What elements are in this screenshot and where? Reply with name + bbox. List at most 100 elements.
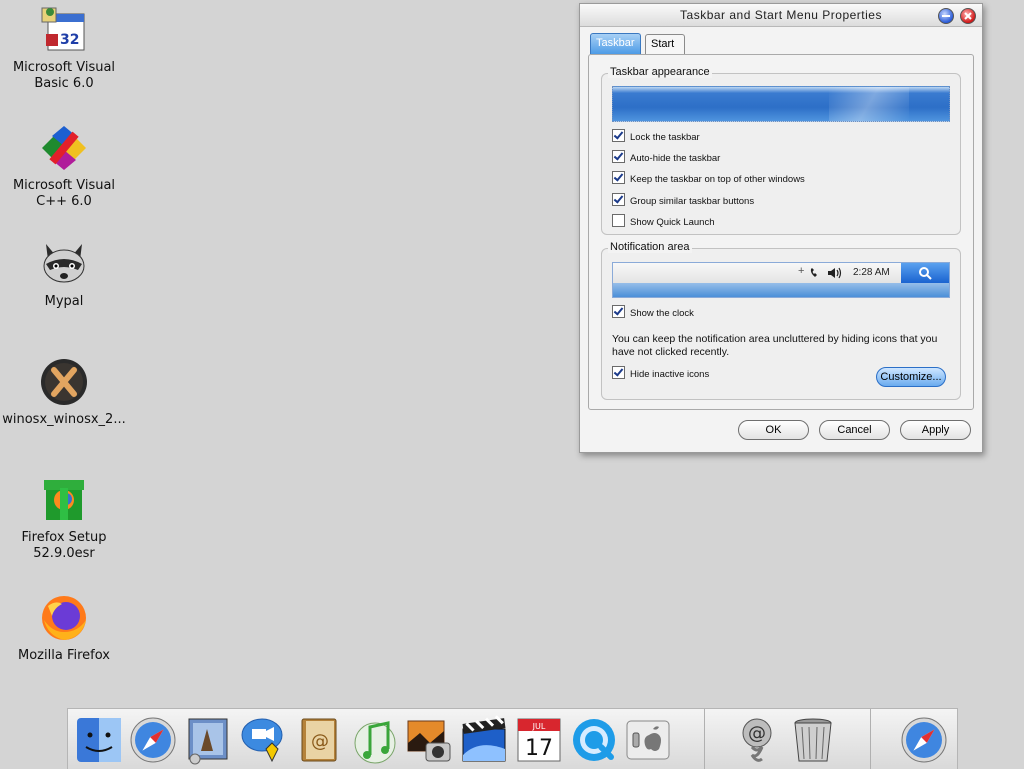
cancel-button[interactable]: Cancel [819, 420, 890, 440]
desktop-icon-winosx[interactable]: winosx_winosx_2... [0, 356, 128, 428]
tab-taskbar[interactable]: Taskbar [590, 33, 641, 54]
dock: @ JUL 17 @ [67, 708, 958, 769]
option-keep-on-top[interactable]: Keep the taskbar on top of other windows [612, 171, 805, 185]
notification-preview: + 2:28 AM [612, 262, 950, 298]
dock-iphoto-icon[interactable] [404, 715, 454, 765]
desktop-icon-mypal[interactable]: Mypal [0, 238, 128, 310]
checkbox[interactable] [612, 171, 625, 184]
mail-icon [188, 718, 228, 765]
dock-itunes-icon[interactable] [350, 715, 400, 765]
option-label: Group similar taskbar buttons [630, 196, 755, 207]
desktop-icon-label: Firefox Setup 52.9.0esr [21, 530, 107, 561]
dock-trash-icon[interactable] [788, 715, 838, 765]
desktop-icon-label: winosx_winosx_2... [2, 412, 126, 427]
desktop-icon-label: Mozilla Firefox [18, 648, 110, 663]
dock-finder-icon[interactable] [74, 715, 124, 765]
dock-imovie-icon[interactable] [459, 715, 509, 765]
desktop-icon-firefox-setup[interactable]: Firefox Setup 52.9.0esr [0, 474, 128, 562]
close-icon [964, 12, 972, 20]
dialog-title: Taskbar and Start Menu Properties [680, 8, 882, 22]
mail-at-icon: @ [742, 718, 772, 762]
option-label: Keep the taskbar on top of other windows [630, 174, 805, 185]
search-icon [919, 267, 932, 280]
option-auto-hide[interactable]: Auto-hide the taskbar [612, 150, 720, 164]
desktop-icon-firefox[interactable]: Mozilla Firefox [0, 592, 128, 664]
option-group-buttons[interactable]: Group similar taskbar buttons [612, 193, 754, 207]
volume-icon [828, 267, 842, 279]
visual-cpp-icon [38, 122, 90, 174]
ok-button[interactable]: OK [738, 420, 809, 440]
phone-icon [810, 268, 817, 277]
checkbox[interactable] [612, 150, 625, 163]
option-show-clock[interactable]: Show the clock [612, 305, 694, 319]
apply-button[interactable]: Apply [900, 420, 971, 440]
option-label: Show Quick Launch [630, 217, 715, 228]
svg-text:@: @ [748, 723, 766, 744]
search-area [901, 263, 949, 283]
imovie-icon [462, 715, 506, 762]
taskbar-preview [612, 86, 950, 122]
svg-text:32: 32 [60, 32, 79, 48]
desktop-icon-label: Microsoft Visual Basic 6.0 [12, 60, 116, 91]
checkbox[interactable] [612, 305, 625, 318]
notification-area-group: Notification area + 2:28 AM Show the clo… [601, 241, 961, 400]
checkbox[interactable] [612, 193, 625, 206]
safari-icon [130, 717, 176, 763]
desktop-icon-visual-cpp[interactable]: Microsoft Visual C++ 6.0 [0, 122, 128, 210]
dock-quicktime-icon[interactable] [569, 715, 619, 765]
dock-mail-icon[interactable] [183, 715, 233, 765]
customize-button[interactable]: Customize... [876, 367, 946, 387]
firefox-icon [38, 592, 90, 644]
clock-preview: 2:28 AM [853, 267, 890, 278]
option-label: Auto-hide the taskbar [630, 153, 721, 164]
dock-system-preferences-icon[interactable] [623, 715, 673, 765]
desktop-icon-visual-basic[interactable]: 32 Microsoft Visual Basic 6.0 [0, 4, 128, 92]
group-legend: Notification area [608, 241, 692, 253]
winosx-x-icon [38, 356, 90, 408]
svg-text:17: 17 [525, 736, 553, 761]
trash-icon [794, 718, 832, 762]
taskbar-properties-dialog: Taskbar and Start Menu Properties Taskba… [579, 3, 983, 453]
svg-text:JUL: JUL [532, 722, 546, 731]
tab-start-menu[interactable]: Start Menu [645, 34, 685, 69]
option-hide-inactive[interactable]: Hide inactive icons [612, 366, 709, 380]
close-button[interactable] [960, 8, 976, 24]
dock-ical-icon[interactable]: JUL 17 [514, 715, 564, 765]
dock-ichat-icon[interactable] [238, 715, 288, 765]
checkbox[interactable] [612, 214, 625, 227]
svg-text:@: @ [311, 731, 329, 752]
group-legend: Taskbar appearance [608, 66, 712, 78]
checkbox[interactable] [612, 129, 625, 142]
desktop-icon-label: Microsoft Visual C++ 6.0 [12, 178, 116, 209]
taskbar-appearance-group: Taskbar appearance Lock the taskbar Auto… [601, 66, 961, 235]
option-label: Hide inactive icons [630, 369, 710, 380]
dock-address-book-icon[interactable]: @ [294, 715, 344, 765]
visual-basic-icon: 32 [38, 4, 90, 56]
mypal-raccoon-icon [38, 238, 90, 290]
itunes-icon [354, 721, 396, 764]
iphoto-icon [407, 720, 451, 762]
option-quick-launch[interactable]: Show Quick Launch [612, 214, 715, 228]
minimize-icon [942, 15, 950, 17]
plus-icon: + [798, 265, 805, 277]
ical-icon: JUL 17 [517, 718, 561, 762]
option-lock-taskbar[interactable]: Lock the taskbar [612, 129, 700, 143]
desktop-icon-label: Mypal [44, 294, 84, 309]
notification-description: You can keep the notification area unclu… [612, 333, 938, 358]
address-book-icon: @ [301, 718, 337, 762]
finder-icon [77, 718, 121, 762]
option-label: Show the clock [630, 308, 694, 319]
checkbox[interactable] [612, 366, 625, 379]
firefox-setup-icon [38, 474, 90, 526]
quicktime-icon [573, 719, 615, 761]
minimize-button[interactable] [938, 8, 954, 24]
title-bar[interactable]: Taskbar and Start Menu Properties [580, 4, 982, 27]
dock-safari-icon[interactable] [128, 715, 178, 765]
safari-icon [901, 717, 947, 763]
dock-mail-at-icon[interactable]: @ [732, 715, 782, 765]
ichat-icon [241, 718, 283, 763]
system-preferences-icon [626, 720, 670, 760]
taskbar-tab-panel: Taskbar appearance Lock the taskbar Auto… [588, 54, 974, 410]
option-label: Lock the taskbar [630, 132, 700, 143]
dock-safari-icon-2[interactable] [899, 715, 949, 765]
